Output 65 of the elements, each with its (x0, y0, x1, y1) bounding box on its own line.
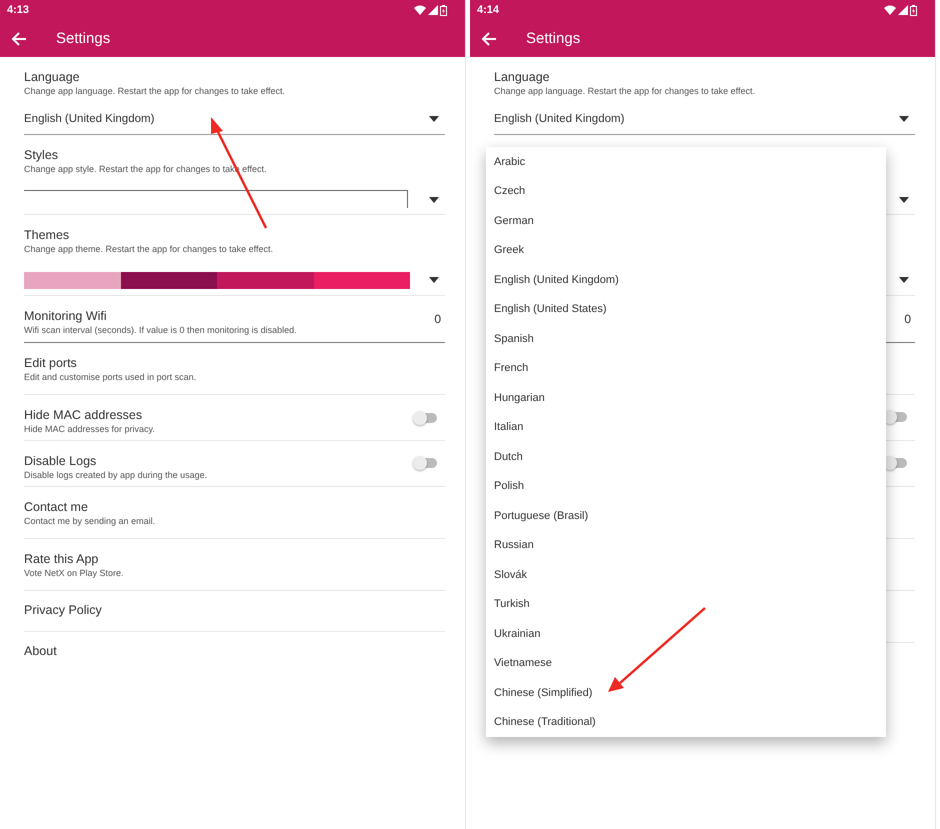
setting-description: Edit and customise ports used in port scan. (24, 372, 196, 382)
setting-description: Hide MAC addresses for privacy. (24, 424, 155, 434)
setting-description: Change app language. Restart the app for changes to take effect. (494, 86, 756, 96)
dropdown-value[interactable]: English (United Kingdom) (494, 113, 624, 125)
language-option[interactable]: Chinese (Simplified) (486, 678, 886, 708)
language-option[interactable]: Spanish (486, 324, 886, 354)
status-time: 4:14 (477, 4, 500, 16)
screen-title: Settings (56, 30, 110, 47)
language-option[interactable]: Italian (486, 412, 886, 442)
language-option[interactable]: French (486, 354, 886, 383)
setting-title[interactable]: Privacy Policy (24, 603, 102, 617)
setting-title[interactable]: Language (24, 70, 80, 84)
language-option[interactable]: Dutch (486, 442, 886, 472)
battery-icon (440, 4, 447, 16)
signal-icon (428, 5, 438, 15)
setting-description: Vote NetX on Play Store. (24, 568, 124, 578)
setting-title[interactable]: Rate this App (24, 552, 98, 566)
screen-title: Settings (526, 30, 580, 47)
language-option[interactable]: Czech (486, 176, 886, 206)
setting-description: Change app theme. Restart the app for changes to take effect. (24, 244, 273, 254)
setting-value: 0 (434, 312, 441, 326)
wifi-icon (414, 5, 426, 15)
setting-title[interactable]: Language (494, 70, 550, 84)
language-option[interactable]: Polish (486, 472, 886, 501)
dropdown-caret-icon (899, 197, 909, 203)
dropdown-caret-icon (899, 277, 909, 283)
setting-value: 0 (904, 312, 911, 326)
status-time: 4:13 (7, 4, 30, 16)
wifi-icon (884, 5, 896, 15)
language-option[interactable]: English (United Kingdom) (486, 265, 886, 294)
setting-title[interactable]: Monitoring Wifi (24, 309, 107, 323)
setting-description: Disable logs created by app during the usage. (24, 470, 208, 480)
back-arrow-icon[interactable] (480, 30, 498, 48)
language-option[interactable]: Chinese (Traditional) (486, 708, 886, 737)
language-option[interactable]: Ukrainian (486, 619, 886, 648)
dropdown-caret-icon (899, 116, 909, 122)
toggle-switch[interactable] (415, 413, 437, 423)
setting-description: Wifi scan interval (seconds). If value is 0 then monitoring is disabled. (24, 325, 297, 335)
language-option[interactable]: English (United States) (486, 294, 886, 324)
setting-title[interactable]: Styles (24, 148, 58, 162)
language-option[interactable]: Hungarian (486, 383, 886, 412)
signal-icon (898, 5, 908, 15)
setting-title[interactable]: Edit ports (24, 356, 77, 370)
language-option[interactable]: Portuguese (Brasil) (486, 501, 886, 530)
toggle-switch[interactable] (415, 458, 437, 468)
language-option[interactable]: Greek (486, 236, 886, 265)
setting-title[interactable]: Themes (24, 228, 70, 242)
dropdown-caret-icon (429, 197, 439, 203)
language-option[interactable]: Turkish (486, 590, 886, 619)
language-option[interactable]: Slovák (486, 560, 886, 590)
battery-icon (910, 4, 917, 16)
setting-description: Change app language. Restart the app for changes to take effect. (24, 86, 286, 96)
setting-title[interactable]: Contact me (24, 500, 88, 514)
language-option[interactable]: Russian (486, 530, 886, 560)
back-arrow-icon[interactable] (10, 30, 28, 48)
setting-title[interactable]: Hide MAC addresses (24, 408, 142, 422)
setting-title[interactable]: About (24, 644, 57, 658)
setting-title[interactable]: Disable Logs (24, 454, 96, 468)
language-option[interactable]: Vietnamese (486, 648, 886, 678)
dropdown-caret-icon (429, 116, 439, 122)
language-option[interactable]: Arabic (486, 147, 886, 176)
dropdown-value[interactable]: English (United Kingdom) (24, 113, 154, 125)
language-option[interactable]: German (486, 206, 886, 236)
dropdown-caret-icon (429, 277, 439, 283)
setting-description: Contact me by sending an email. (24, 516, 156, 526)
